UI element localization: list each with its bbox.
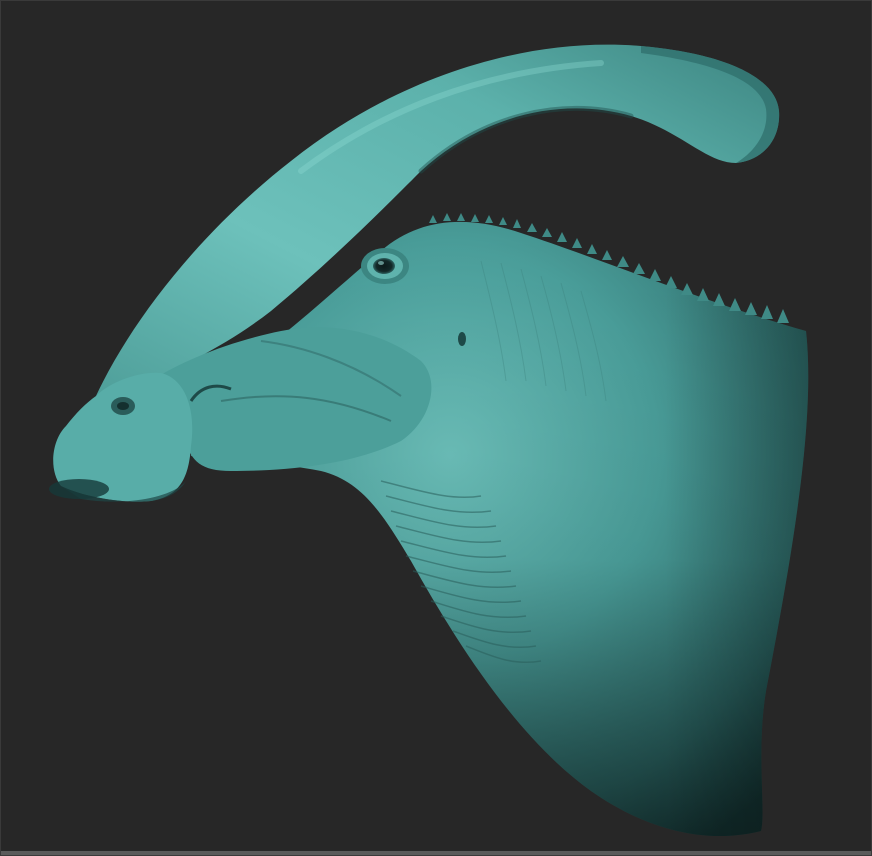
sculpt-viewport[interactable] — [0, 0, 872, 856]
eye — [373, 258, 395, 274]
viewport-bottom-bar — [1, 851, 871, 855]
dinosaur-head-sculpt — [49, 44, 809, 837]
ear-opening — [458, 332, 466, 346]
